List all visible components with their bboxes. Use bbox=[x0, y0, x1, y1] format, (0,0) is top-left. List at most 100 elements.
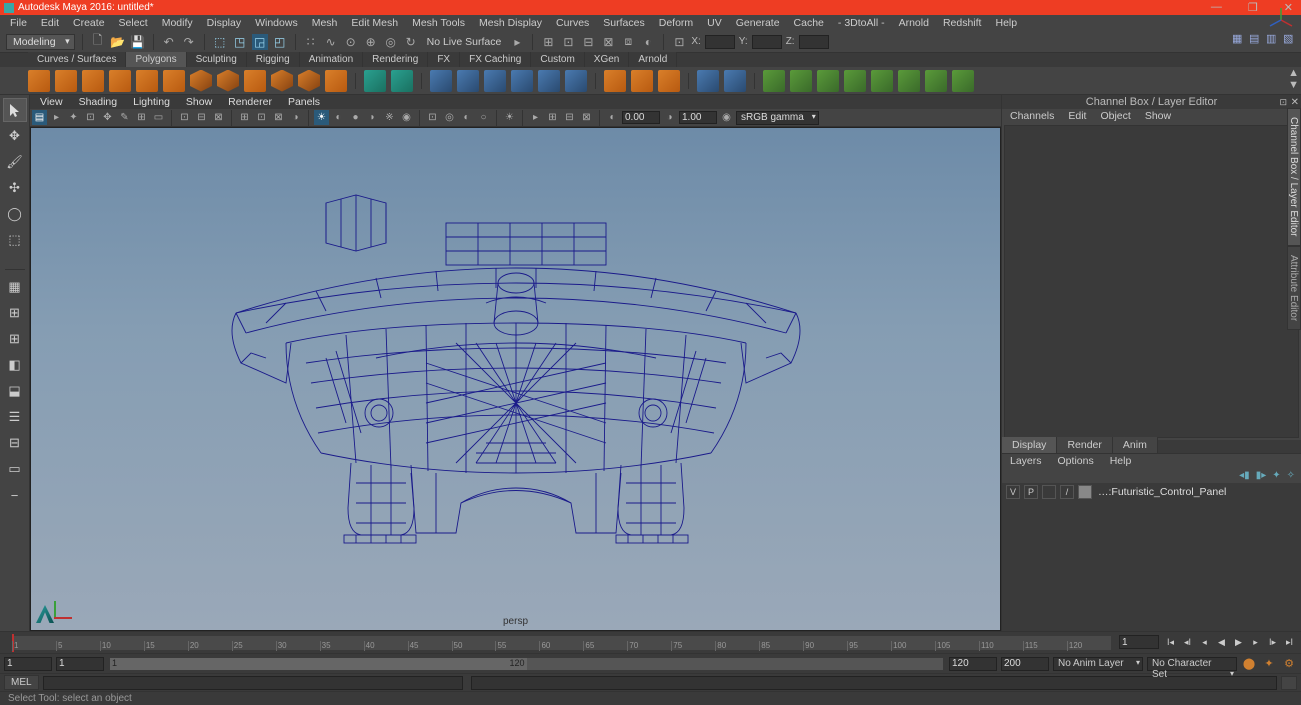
range-thumb[interactable]: 1 120 bbox=[110, 658, 527, 670]
shelf-tab-rigging[interactable]: Rigging bbox=[247, 52, 300, 67]
character-set-selector[interactable]: No Character Set bbox=[1147, 657, 1237, 671]
paint-select-tool[interactable]: 🖌 bbox=[4, 151, 26, 173]
minus-icon[interactable]: − bbox=[4, 484, 26, 506]
panel-menu-renderer[interactable]: Renderer bbox=[220, 96, 280, 108]
channel-menu-object[interactable]: Object bbox=[1094, 110, 1136, 122]
shadows-icon[interactable]: ◐ bbox=[331, 110, 346, 125]
gamma-toggle-icon[interactable]: ◐ bbox=[605, 110, 620, 125]
custom-pane-icon[interactable]: ▭ bbox=[4, 458, 26, 480]
menu-mesh[interactable]: Mesh bbox=[306, 17, 344, 29]
menu-generate[interactable]: Generate bbox=[730, 17, 786, 29]
combine-icon[interactable] bbox=[430, 70, 452, 92]
range-start-outer[interactable] bbox=[4, 657, 52, 671]
step-back-key-icon[interactable]: ◂I bbox=[1180, 634, 1195, 650]
redo-icon[interactable]: ↷ bbox=[181, 34, 197, 50]
grease-pencil-icon[interactable]: ✎ bbox=[117, 110, 132, 125]
menu-windows[interactable]: Windows bbox=[249, 17, 304, 29]
menu-uv[interactable]: UV bbox=[701, 17, 728, 29]
reduce-icon[interactable] bbox=[538, 70, 560, 92]
layer-move-up-icon[interactable]: ◂▮ bbox=[1239, 470, 1250, 481]
image-plane-icon[interactable]: ⊡ bbox=[83, 110, 98, 125]
dof-icon[interactable]: ◉ bbox=[399, 110, 414, 125]
layer-type-cell[interactable] bbox=[1042, 485, 1056, 499]
auto-key-icon[interactable]: ⬤ bbox=[1241, 656, 1257, 672]
dock-tab-attribute-editor[interactable]: Attribute Editor bbox=[1287, 246, 1301, 330]
time-slider[interactable]: 1510152025303540455055606570758085909510… bbox=[0, 631, 1301, 653]
gate-mask-icon[interactable]: ⊟ bbox=[194, 110, 209, 125]
step-back-frame-icon[interactable]: ◂ bbox=[1197, 634, 1212, 650]
range-track[interactable]: 1 120 bbox=[110, 658, 943, 670]
poly-cylinder-icon[interactable] bbox=[82, 70, 104, 92]
bool-subtract-icon[interactable] bbox=[790, 70, 812, 92]
poly-plane-icon[interactable] bbox=[163, 70, 185, 92]
poly-pyramid-icon[interactable] bbox=[190, 70, 212, 92]
vplayout3-icon[interactable]: ⊟ bbox=[562, 110, 577, 125]
bool-union-icon[interactable] bbox=[763, 70, 785, 92]
script-lang-label[interactable]: MEL bbox=[4, 675, 39, 690]
menu-file[interactable]: File bbox=[4, 17, 33, 29]
select-hierarchy-icon[interactable]: ⬚ bbox=[212, 34, 228, 50]
pin-icon[interactable]: ⊡ bbox=[1279, 97, 1287, 108]
layer-sub-layers[interactable]: Layers bbox=[1004, 455, 1048, 467]
target-weld-icon[interactable] bbox=[724, 70, 746, 92]
minimize-button[interactable]: — bbox=[1207, 1, 1226, 14]
anim-prefs-icon[interactable]: ⚙ bbox=[1281, 656, 1297, 672]
poly-helix-icon[interactable] bbox=[244, 70, 266, 92]
layer-new-empty-icon[interactable]: ✦ bbox=[1272, 470, 1280, 481]
grid-toggle-icon[interactable]: ⊞ bbox=[134, 110, 149, 125]
select-tool[interactable] bbox=[4, 99, 26, 121]
smooth-shading-icon[interactable]: ⊡ bbox=[254, 110, 269, 125]
view-transform-icon[interactable]: ◉ bbox=[719, 110, 734, 125]
mirror-icon[interactable] bbox=[565, 70, 587, 92]
layer-playback-cell[interactable]: P bbox=[1024, 485, 1038, 499]
bevel-icon[interactable] bbox=[658, 70, 680, 92]
attribute-editor-icon[interactable]: ▤ bbox=[1249, 32, 1263, 46]
poly-torus-icon[interactable] bbox=[136, 70, 158, 92]
gamma-icon[interactable]: ◑ bbox=[662, 110, 677, 125]
menu-curves[interactable]: Curves bbox=[550, 17, 595, 29]
textured-icon[interactable]: ◑ bbox=[288, 110, 303, 125]
range-end-inner[interactable] bbox=[949, 657, 997, 671]
film-gate-icon[interactable]: ▭ bbox=[151, 110, 166, 125]
range-end-outer[interactable] bbox=[1001, 657, 1049, 671]
append-poly-icon[interactable] bbox=[871, 70, 893, 92]
snap-live-icon[interactable]: ↻ bbox=[403, 34, 419, 50]
undo-icon[interactable]: ↶ bbox=[161, 34, 177, 50]
channel-box-icon[interactable]: ▧ bbox=[1283, 32, 1297, 46]
poly-platonic-icon[interactable] bbox=[298, 70, 320, 92]
workspace-selector[interactable]: Modeling bbox=[6, 34, 75, 50]
shelf-scroll[interactable]: ▲▼ bbox=[1288, 67, 1299, 91]
shelf-tab-arnold[interactable]: Arnold bbox=[629, 52, 677, 67]
script-editor-icon[interactable] bbox=[1281, 676, 1297, 690]
shelf-tab-polygons[interactable]: Polygons bbox=[126, 52, 186, 67]
layer-tab-render[interactable]: Render bbox=[1057, 437, 1112, 453]
ipr-render-icon[interactable]: ⊟ bbox=[580, 34, 596, 50]
wedge-icon[interactable] bbox=[952, 70, 974, 92]
layer-sub-options[interactable]: Options bbox=[1052, 455, 1100, 467]
multisample-icon[interactable]: ※ bbox=[382, 110, 397, 125]
channel-menu-edit[interactable]: Edit bbox=[1062, 110, 1092, 122]
bookmark-icon[interactable]: ✦ bbox=[66, 110, 81, 125]
live-surface-toggle-icon[interactable]: ▸ bbox=[509, 34, 525, 50]
exposure-icon[interactable]: ☀ bbox=[502, 110, 517, 125]
hypershade-icon[interactable]: ◐ bbox=[640, 34, 656, 50]
channel-menu-show[interactable]: Show bbox=[1139, 110, 1177, 122]
two-pane-side-icon[interactable]: ◧ bbox=[4, 354, 26, 376]
separate-icon[interactable] bbox=[457, 70, 479, 92]
tool-settings-icon[interactable]: ▥ bbox=[1266, 32, 1280, 46]
menu-edit-mesh[interactable]: Edit Mesh bbox=[345, 17, 404, 29]
poly-type-icon[interactable] bbox=[364, 70, 386, 92]
menu-modify[interactable]: Modify bbox=[156, 17, 199, 29]
menu-display[interactable]: Display bbox=[201, 17, 247, 29]
construction-history-icon[interactable]: ⊞ bbox=[540, 34, 556, 50]
select-component-icon[interactable]: ◲ bbox=[252, 34, 268, 50]
menu--dtoall-[interactable]: - 3DtoAll - bbox=[832, 17, 891, 29]
multicut-icon[interactable] bbox=[697, 70, 719, 92]
move-tool[interactable]: ✣ bbox=[4, 177, 26, 199]
poly-cube-icon[interactable] bbox=[55, 70, 77, 92]
ao-icon[interactable]: ● bbox=[348, 110, 363, 125]
shelf-tab-curves-surfaces[interactable]: Curves / Surfaces bbox=[28, 52, 126, 67]
rotate-tool[interactable]: ◯ bbox=[4, 203, 26, 225]
shelf-tab-fx[interactable]: FX bbox=[428, 52, 460, 67]
command-input[interactable] bbox=[43, 676, 463, 690]
